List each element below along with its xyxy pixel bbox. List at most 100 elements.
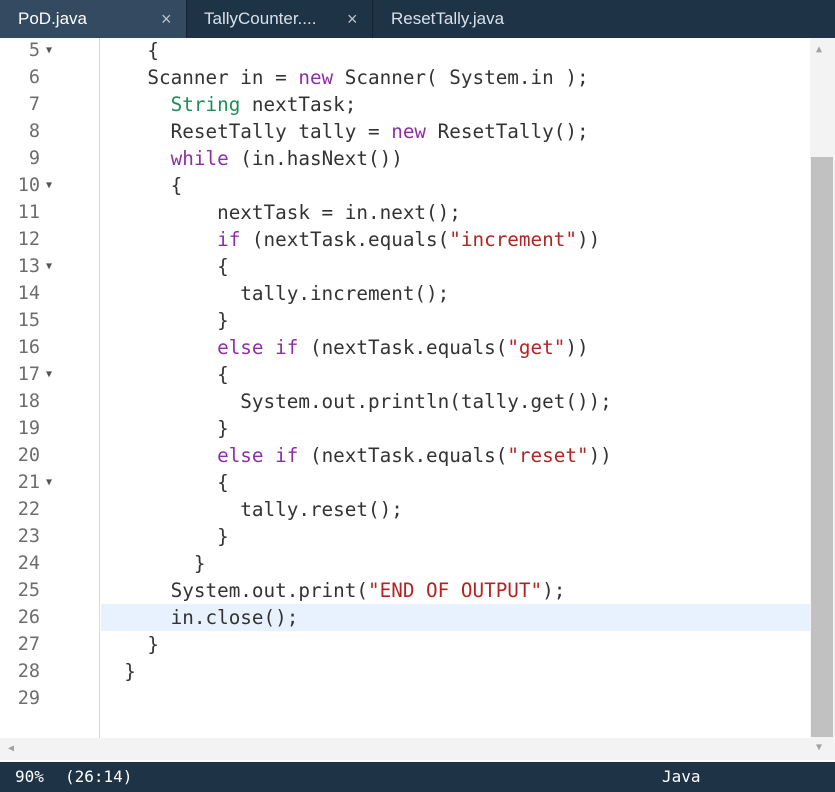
line-number: 9	[28, 148, 40, 169]
line-number: 22	[17, 499, 40, 520]
triangle-down-icon[interactable]: ▼	[46, 37, 56, 64]
code-line[interactable]: Scanner in = new Scanner( System.in );	[101, 64, 810, 91]
triangle-down-icon[interactable]: ▼	[46, 361, 56, 388]
line-number: 20	[17, 445, 40, 466]
code-token: ResetTally();	[426, 120, 589, 143]
code-token: }	[101, 309, 229, 332]
triangle-down-icon[interactable]: ▼	[46, 253, 56, 280]
keyword-token: else	[217, 444, 264, 467]
code-token: ResetTally tally =	[101, 120, 392, 143]
code-line[interactable]: if (nextTask.equals("increment"))	[101, 226, 810, 253]
code-line[interactable]: {	[101, 361, 810, 388]
code-token: nextTask;	[240, 93, 357, 116]
code-token: {	[101, 39, 160, 62]
code-line[interactable]: nextTask = in.next();	[101, 199, 810, 226]
code-token: {	[101, 363, 229, 386]
line-number: 21	[17, 472, 40, 493]
code-line-active[interactable]: in.close();	[101, 604, 810, 631]
code-line[interactable]: {	[101, 253, 810, 280]
scroll-left-icon[interactable]: ◀	[8, 743, 14, 755]
line-number: 28	[17, 661, 40, 682]
zoom-level[interactable]: 90%	[15, 762, 44, 792]
code-line[interactable]: }	[101, 631, 810, 658]
line-number: 7	[28, 94, 40, 115]
tab-bar: PoD.java × TallyCounter.... × ResetTally…	[0, 0, 835, 38]
type-token: String	[170, 93, 241, 116]
triangle-down-icon[interactable]: ▼	[46, 172, 56, 199]
code-line[interactable]: }	[101, 523, 810, 550]
string-token: "END OF OUTPUT"	[368, 579, 543, 602]
code-token: (in.hasNext())	[228, 147, 403, 170]
code-token: Scanner in =	[101, 66, 299, 89]
line-number-gutter[interactable]: 5 ▼ 6 7 8 9 10 ▼ 11 12 13 ▼ 14 15 16 17 ▼ 18 19 20 21 ▼ 22 23 24…	[0, 38, 100, 738]
close-icon[interactable]: ×	[347, 0, 358, 38]
code-line[interactable]: {	[101, 37, 810, 64]
code-line[interactable]: System.out.print("END OF OUTPUT");	[101, 577, 810, 604]
line-number: 8	[28, 121, 40, 142]
code-token: nextTask = in.next();	[101, 201, 461, 224]
tab-tallycounter[interactable]: TallyCounter.... ×	[187, 0, 373, 38]
string-token: "reset"	[507, 444, 589, 467]
scroll-down-icon[interactable]: ▼	[816, 742, 822, 754]
tab-pod-java[interactable]: PoD.java ×	[0, 0, 187, 38]
keyword-token: while	[170, 147, 229, 170]
code-line[interactable]: {	[101, 469, 810, 496]
code-token: System.out.print(	[101, 579, 368, 602]
tab-label: ResetTally.java	[391, 9, 505, 28]
tab-resettally-java[interactable]: ResetTally.java	[373, 0, 553, 38]
code-line[interactable]: }	[101, 307, 810, 334]
code-line[interactable]: }	[101, 550, 810, 577]
close-icon[interactable]: ×	[161, 0, 172, 38]
line-number: 24	[17, 553, 40, 574]
horizontal-scrollbar-track[interactable]	[0, 738, 810, 760]
code-token: Scanner( System.in );	[333, 66, 589, 89]
code-token: ))	[576, 228, 601, 251]
line-number: 16	[17, 337, 40, 358]
triangle-down-icon[interactable]: ▼	[46, 469, 56, 496]
code-token: }	[101, 417, 229, 440]
line-number: 19	[17, 418, 40, 439]
line-number: 25	[17, 580, 40, 601]
keyword-token: new	[391, 120, 427, 143]
code-token: }	[101, 525, 229, 548]
language-mode[interactable]: Java	[662, 762, 701, 792]
line-number: 26	[17, 607, 40, 628]
code-line[interactable]: }	[101, 658, 810, 685]
code-line[interactable]: tally.increment();	[101, 280, 810, 307]
code-line[interactable]: }	[101, 415, 810, 442]
line-number: 13	[17, 256, 40, 277]
code-token: {	[101, 174, 183, 197]
code-token: ))	[588, 444, 612, 467]
code-line[interactable]: tally.reset();	[101, 496, 810, 523]
scroll-up-icon[interactable]: ▲	[816, 44, 822, 56]
tab-label: TallyCounter....	[204, 9, 317, 28]
code-editor[interactable]: { Scanner in = new Scanner( System.in );…	[101, 38, 810, 738]
code-token: (nextTask.equals(	[240, 228, 450, 251]
code-line[interactable]: else if (nextTask.equals("get"))	[101, 334, 810, 361]
code-line[interactable]: while (in.hasNext())	[101, 145, 810, 172]
code-line[interactable]	[101, 685, 810, 712]
code-token: System.out.println(tally.get());	[101, 390, 612, 413]
code-line[interactable]: String nextTask;	[101, 91, 810, 118]
code-token: }	[101, 633, 160, 656]
code-line[interactable]: else if (nextTask.equals("reset"))	[101, 442, 810, 469]
vertical-scrollbar-thumb[interactable]	[811, 157, 833, 737]
code-token: (nextTask.equals(	[298, 444, 508, 467]
line-number: 23	[17, 526, 40, 547]
line-number: 10	[17, 175, 40, 196]
code-line[interactable]: System.out.println(tally.get());	[101, 388, 810, 415]
code-token: {	[101, 471, 229, 494]
code-line[interactable]: ResetTally tally = new ResetTally();	[101, 118, 810, 145]
keyword-token: if	[275, 336, 299, 359]
code-line[interactable]: {	[101, 172, 810, 199]
keyword-token: if	[275, 444, 299, 467]
code-token: {	[101, 255, 229, 278]
keyword-token: else	[217, 336, 264, 359]
code-token: tally.reset();	[101, 498, 403, 521]
keyword-token: if	[217, 228, 241, 251]
